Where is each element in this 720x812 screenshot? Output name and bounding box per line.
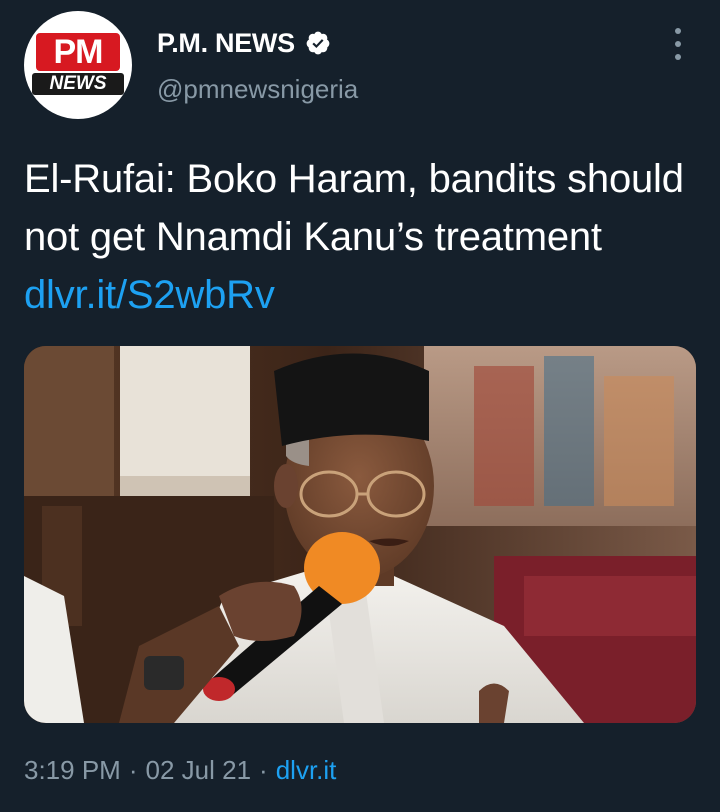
more-dot xyxy=(675,28,681,34)
handle[interactable]: @pmnewsnigeria xyxy=(157,74,358,105)
more-vertical-icon[interactable] xyxy=(672,28,684,60)
display-name[interactable]: P.M. NEWS xyxy=(157,28,295,59)
more-dot xyxy=(675,54,681,60)
tweet-meta: 3:19 PM · 02 Jul 21 · dlvr.it xyxy=(24,750,336,790)
photo-illustration xyxy=(24,346,696,723)
tweet-text: El-Rufai: Boko Haram, bandits should not… xyxy=(24,150,684,324)
avatar-logo-news: NEWS xyxy=(32,73,124,95)
tweet-card: PM NEWS P.M. NEWS @pmnewsnigeria El-Rufa… xyxy=(0,0,720,812)
tweet-photo[interactable] xyxy=(24,346,696,723)
avatar[interactable]: PM NEWS xyxy=(24,11,132,119)
meta-separator: · xyxy=(128,754,138,785)
more-dot xyxy=(675,41,681,47)
avatar-logo-pm: PM xyxy=(36,33,120,71)
meta-separator: · xyxy=(259,754,268,785)
tweet-source[interactable]: dlvr.it xyxy=(276,755,337,786)
tweet-date[interactable]: 02 Jul 21 xyxy=(146,755,252,786)
tweet-body-text: El-Rufai: Boko Haram, bandits should not… xyxy=(24,157,684,259)
verified-badge-icon xyxy=(305,30,331,56)
tweet-link[interactable]: dlvr.it/S2wbRv xyxy=(24,273,275,317)
tweet-time[interactable]: 3:19 PM xyxy=(24,755,121,786)
author-name-row[interactable]: P.M. NEWS xyxy=(157,26,331,60)
